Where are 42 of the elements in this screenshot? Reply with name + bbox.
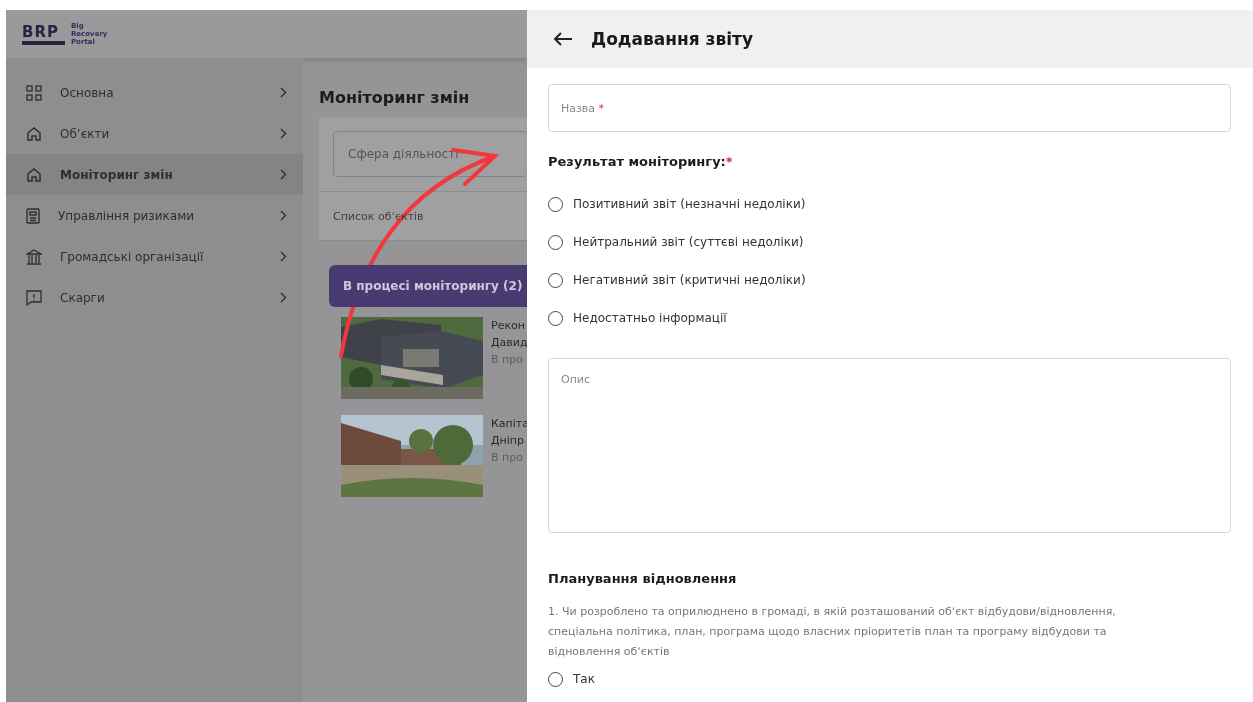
sidebar-item[interactable]: Моніторинг змін xyxy=(6,154,303,195)
object-title: Капіта xyxy=(491,417,527,430)
message-icon xyxy=(26,289,42,306)
radio-option[interactable]: Нейтральний звіт (суттєві недоліки) xyxy=(548,223,1231,261)
panel-title: Додавання звіту xyxy=(591,29,753,49)
chevron-right-icon xyxy=(280,169,287,180)
question-text: 1. Чи розроблено та оприлюднено в громаді, в якій розташований обʼєкт відбудови/відновлення, спеціальна політика, план, програма щодо власних пріоритетів план та програму відбудови та відновлення обʼєктів xyxy=(548,604,1117,660)
sidebar-item[interactable]: Громадські організації xyxy=(6,236,303,277)
back-arrow-icon[interactable] xyxy=(553,31,573,47)
chevron-right-icon xyxy=(280,128,287,139)
chevron-right-icon xyxy=(280,292,287,303)
page-title: Моніторинг змін xyxy=(319,88,471,107)
chevron-right-icon xyxy=(280,251,287,262)
field-placeholder: Назва xyxy=(561,101,596,115)
grid-icon xyxy=(26,84,42,101)
object-status: В про xyxy=(491,451,524,464)
description-field[interactable]: Опис xyxy=(548,358,1231,533)
sidebar-item[interactable]: Управління ризиками xyxy=(6,195,303,236)
required-mark: * xyxy=(598,101,605,115)
radio-option[interactable]: Так xyxy=(548,666,1231,692)
object-title: Рекон xyxy=(491,319,526,332)
calculator-icon xyxy=(26,207,40,224)
home-icon xyxy=(26,125,42,142)
object-status: В про xyxy=(491,353,524,366)
radio-option[interactable]: Негативний звіт (критичні недоліки) xyxy=(548,261,1231,299)
result-label: Результат моніторингу: xyxy=(548,154,726,169)
chevron-right-icon xyxy=(280,87,287,98)
object-place: Давид xyxy=(491,336,527,349)
object-place: Дніпр xyxy=(491,434,526,447)
home-icon xyxy=(26,166,42,183)
required-mark: * xyxy=(725,154,733,169)
sidebar-item[interactable]: Обʼєкти xyxy=(6,113,303,154)
radio-option[interactable]: Недостатньо інформації xyxy=(548,299,1231,337)
sidebar-item[interactable]: Основна xyxy=(6,72,303,113)
chevron-right-icon xyxy=(280,210,287,221)
group-header[interactable]: В процесі моніторингу (2) xyxy=(329,265,527,307)
name-field[interactable]: Назва * xyxy=(548,84,1231,132)
logo-text: BRP xyxy=(22,23,65,45)
building-icon xyxy=(26,248,42,265)
sidebar-item[interactable]: Скарги xyxy=(6,277,303,318)
radio-option[interactable]: Позитивний звіт (незначні недоліки) xyxy=(548,185,1231,223)
section-heading: Планування відновлення xyxy=(548,571,738,586)
